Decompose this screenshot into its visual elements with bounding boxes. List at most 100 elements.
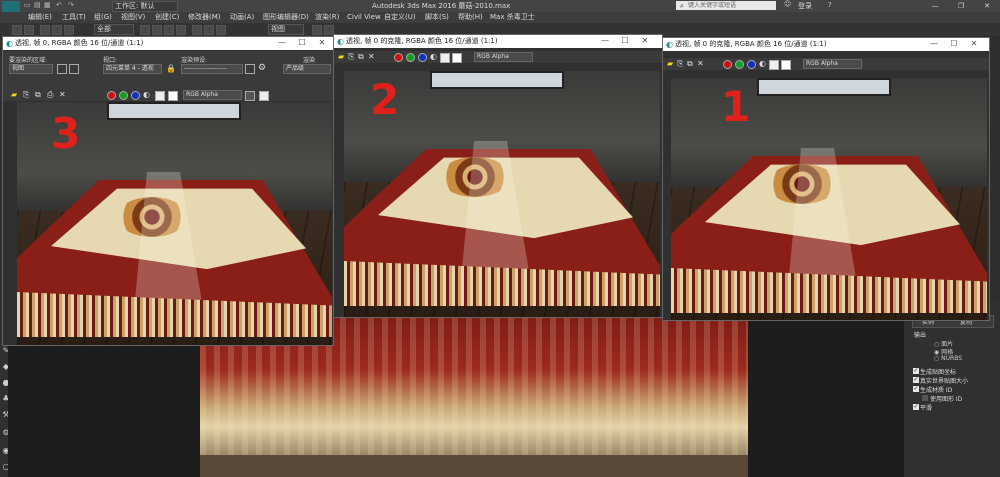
- copy-image-icon[interactable]: ⎘: [677, 59, 683, 69]
- blue-channel-toggle[interactable]: [747, 60, 756, 69]
- save-image-icon[interactable]: ▰: [338, 52, 344, 61]
- auto-region-icon[interactable]: [69, 64, 79, 74]
- green-channel-toggle[interactable]: [735, 60, 744, 69]
- login-link[interactable]: 登录: [798, 1, 812, 11]
- menu-civil-view[interactable]: Civil View: [347, 12, 381, 23]
- render-mode-dropdown[interactable]: 产品级: [283, 64, 331, 74]
- menu-tools[interactable]: 工具(T): [62, 12, 86, 23]
- checkbox-gen-mapping[interactable]: ✓: [913, 368, 919, 374]
- window-crossing-icon[interactable]: [176, 25, 186, 35]
- redo-icon[interactable]: ↷: [68, 2, 76, 9]
- channel-dropdown[interactable]: RGB Alpha: [803, 59, 862, 69]
- alpha-toggle-icon[interactable]: ◐: [759, 59, 766, 68]
- menu-customize[interactable]: 自定义(U): [384, 12, 416, 23]
- clone-window-icon[interactable]: ⧉: [35, 90, 41, 100]
- search-input[interactable]: 键入关键字或短语: [676, 1, 776, 10]
- scale-icon[interactable]: [216, 25, 226, 35]
- bind-space-warp-icon[interactable]: [64, 25, 74, 35]
- menu-create[interactable]: 创建(C): [155, 12, 179, 23]
- toggle-ui-icon[interactable]: [245, 91, 255, 101]
- copy-image-icon[interactable]: ⎘: [23, 90, 29, 100]
- alpha-toggle-icon[interactable]: ◐: [430, 52, 437, 61]
- menu-scripting[interactable]: 脚本(S): [425, 12, 449, 23]
- help-icon[interactable]: ?: [828, 1, 832, 9]
- select-icon[interactable]: [140, 25, 150, 35]
- workspace-dropdown[interactable]: 工作区: 默认: [112, 1, 178, 12]
- fw3-minimize-button[interactable]: —: [273, 38, 291, 47]
- background-swatch[interactable]: [452, 53, 462, 63]
- alpha-toggle-icon[interactable]: ◐: [143, 90, 150, 99]
- clear-icon[interactable]: ✕: [368, 52, 375, 61]
- save-preset-icon[interactable]: [245, 64, 255, 74]
- fw2-maximize-button[interactable]: ☐: [616, 36, 634, 45]
- blue-channel-toggle[interactable]: [131, 91, 140, 100]
- selection-filter-dropdown[interactable]: 全部: [94, 24, 134, 35]
- area-dropdown[interactable]: 视图: [9, 64, 53, 74]
- mono-toggle[interactable]: [155, 91, 165, 101]
- minimize-button[interactable]: —: [924, 0, 946, 12]
- fw1-maximize-button[interactable]: ☐: [945, 39, 963, 48]
- blue-channel-toggle[interactable]: [418, 53, 427, 62]
- mono-toggle[interactable]: [769, 60, 779, 70]
- new-file-icon[interactable]: ▭: [24, 2, 32, 9]
- settings-gear-icon[interactable]: ⚙: [258, 63, 266, 73]
- menu-animation[interactable]: 动画(A): [230, 12, 254, 23]
- fw1-close-button[interactable]: ✕: [965, 39, 983, 48]
- select-by-name-icon[interactable]: [152, 25, 162, 35]
- clear-icon[interactable]: ✕: [59, 90, 66, 99]
- background-swatch[interactable]: [781, 60, 791, 70]
- fw3-close-button[interactable]: ✕: [313, 38, 331, 47]
- link-icon[interactable]: [40, 25, 50, 35]
- mono-toggle[interactable]: [440, 53, 450, 63]
- fw2-close-button[interactable]: ✕: [636, 36, 654, 45]
- checkbox-use-shape-id[interactable]: [922, 395, 928, 401]
- red-channel-toggle[interactable]: [107, 91, 116, 100]
- menu-graph-editors[interactable]: 图形编辑器(D): [263, 12, 309, 23]
- checkbox-real-world[interactable]: ✓: [913, 377, 919, 383]
- menu-help[interactable]: 帮助(H): [458, 12, 483, 23]
- rect-select-icon[interactable]: [164, 25, 174, 35]
- green-channel-toggle[interactable]: [406, 53, 415, 62]
- fw2-minimize-button[interactable]: —: [596, 36, 614, 45]
- user-icon[interactable]: ☺: [784, 0, 791, 8]
- clone-window-icon[interactable]: ⧉: [687, 59, 693, 69]
- unlink-icon[interactable]: [52, 25, 62, 35]
- print-icon[interactable]: ⎙: [47, 90, 53, 100]
- rotate-icon[interactable]: [204, 25, 214, 35]
- save-image-icon[interactable]: ▰: [11, 90, 17, 99]
- menu-group[interactable]: 组(G): [94, 12, 112, 23]
- clear-icon[interactable]: ✕: [697, 59, 704, 68]
- open-file-icon[interactable]: ▤: [34, 2, 42, 9]
- checkbox-smooth[interactable]: ✓: [913, 404, 919, 410]
- close-button[interactable]: ✕: [976, 0, 998, 12]
- reference-coord-dropdown[interactable]: 视图: [268, 24, 304, 35]
- copy-image-icon[interactable]: ⎘: [348, 52, 354, 62]
- viewport-dropdown[interactable]: 四元菜单 4 - 透视: [103, 64, 162, 74]
- red-channel-toggle[interactable]: [394, 53, 403, 62]
- redo-tool-icon[interactable]: [24, 25, 34, 35]
- green-channel-toggle[interactable]: [119, 91, 128, 100]
- toggle-overlay-icon[interactable]: [259, 91, 269, 101]
- move-icon[interactable]: [192, 25, 202, 35]
- fw3-maximize-button[interactable]: ☐: [293, 38, 311, 47]
- menu-max-antivirus[interactable]: Max 杀毒卫士: [490, 12, 535, 23]
- pivot-icon[interactable]: [312, 25, 322, 35]
- save-file-icon[interactable]: ▦: [44, 2, 52, 9]
- channel-dropdown[interactable]: RGB Alpha: [183, 90, 242, 100]
- preset-dropdown[interactable]: --------------------: [181, 64, 243, 74]
- red-channel-toggle[interactable]: [723, 60, 732, 69]
- edit-region-icon[interactable]: [57, 64, 67, 74]
- save-image-icon[interactable]: ▰: [667, 59, 673, 68]
- menu-rendering[interactable]: 渲染(R): [315, 12, 339, 23]
- radio-nurbs[interactable]: ○ NURBS: [934, 355, 962, 362]
- channel-dropdown[interactable]: RGB Alpha: [474, 52, 533, 62]
- menu-edit[interactable]: 编辑(E): [28, 12, 52, 23]
- checkbox-gen-mat-id[interactable]: ✓: [913, 386, 919, 392]
- maximize-button[interactable]: ❐: [950, 0, 972, 12]
- menu-modifiers[interactable]: 修改器(M): [188, 12, 221, 23]
- fw1-minimize-button[interactable]: —: [925, 39, 943, 48]
- menu-view[interactable]: 视图(V): [121, 12, 145, 23]
- clone-window-icon[interactable]: ⧉: [358, 52, 364, 62]
- lock-icon[interactable]: 🔒: [166, 64, 176, 73]
- undo-tool-icon[interactable]: [12, 25, 22, 35]
